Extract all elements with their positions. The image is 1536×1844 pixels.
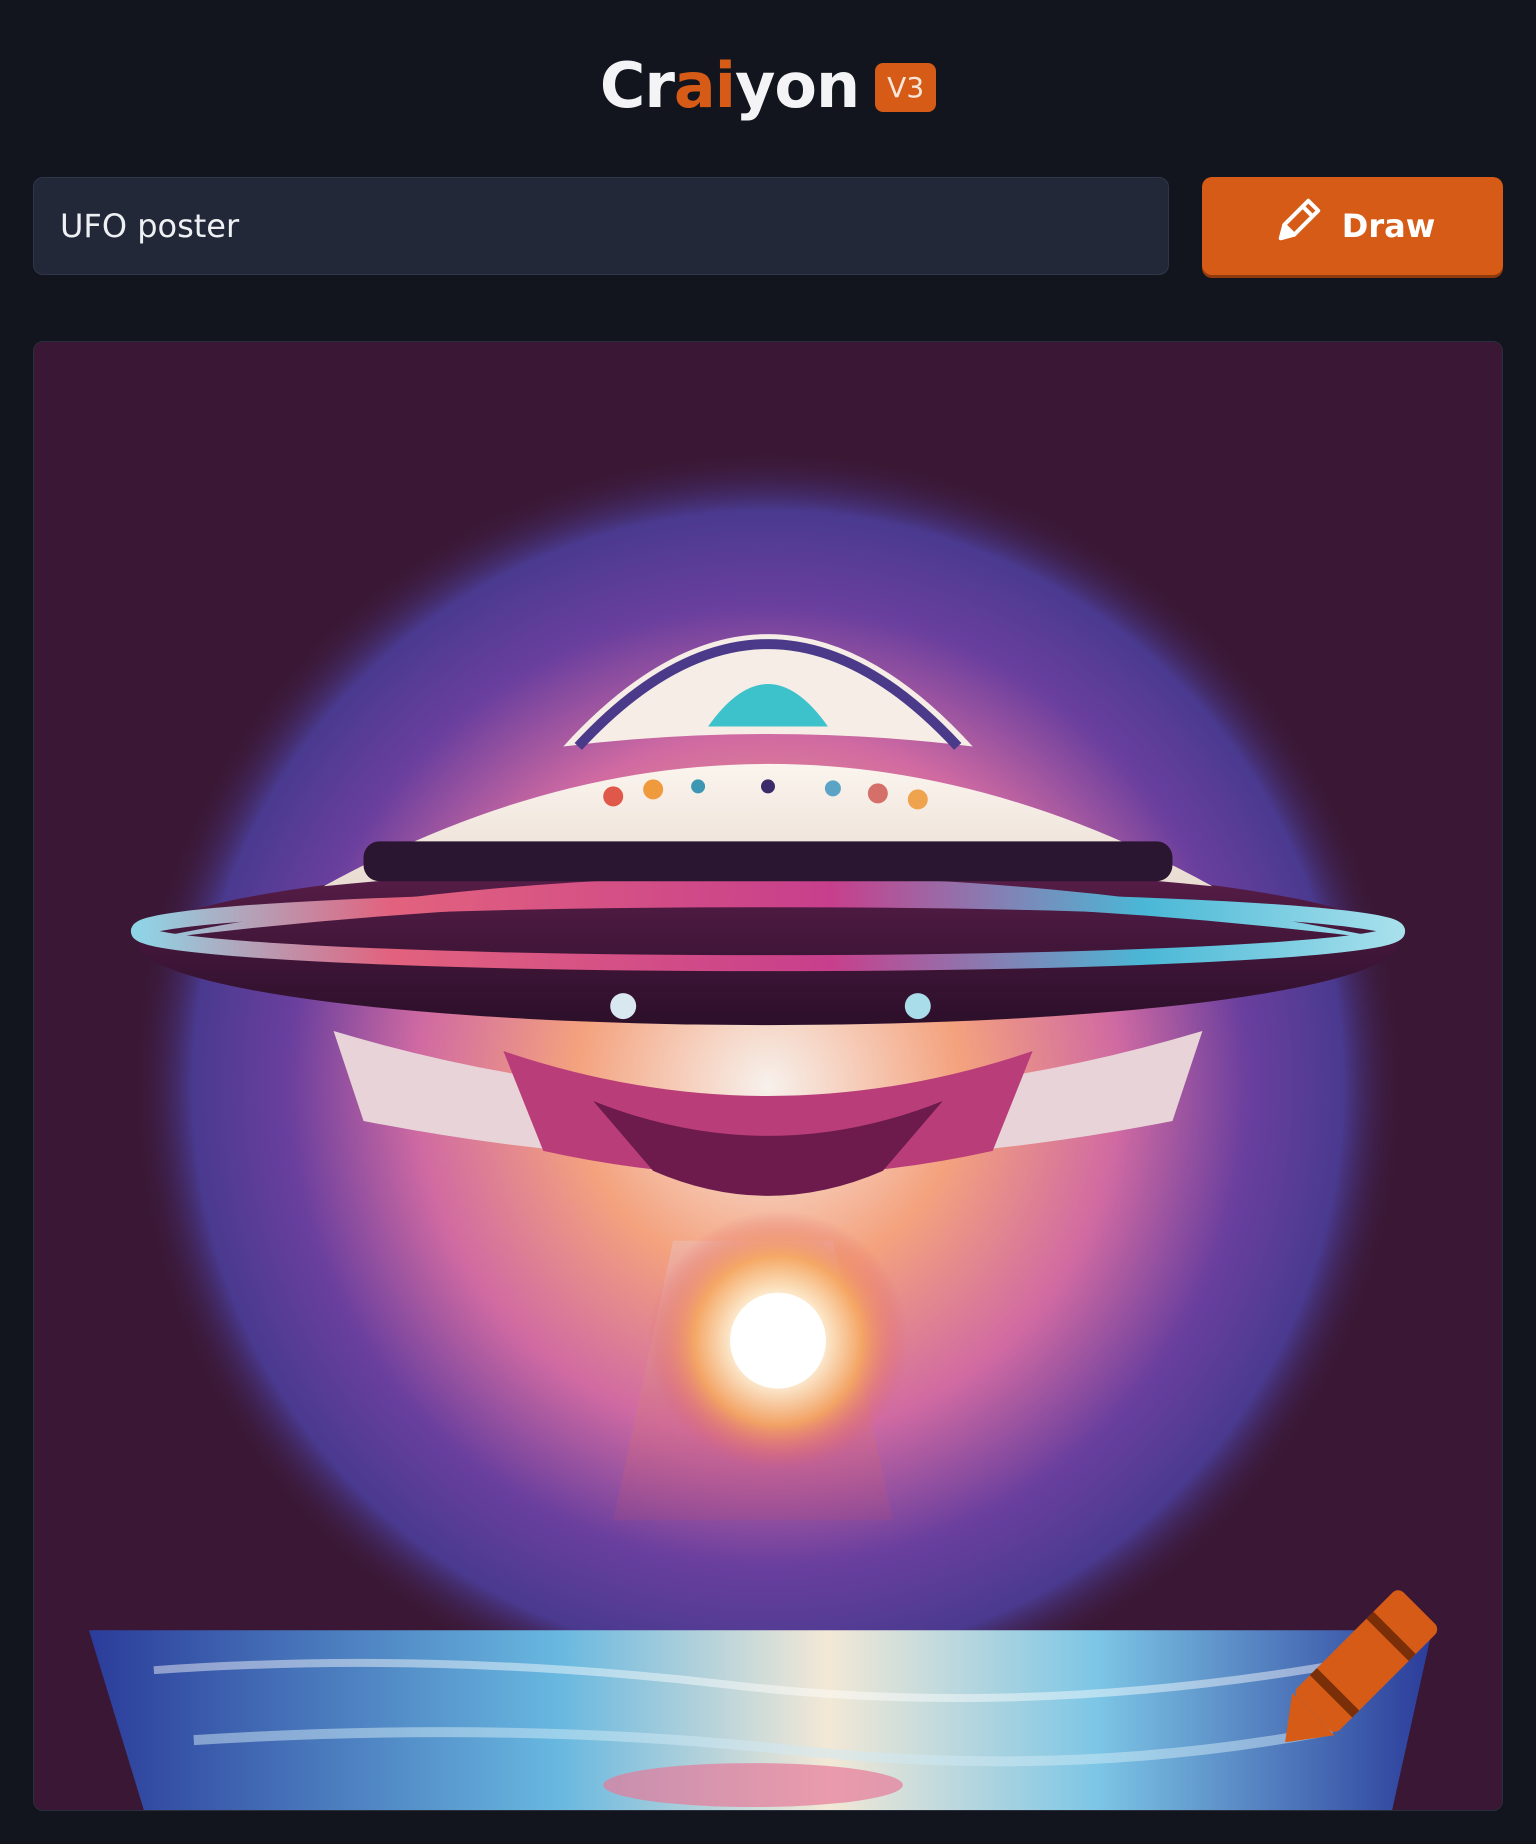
generated-image[interactable]	[33, 341, 1503, 1811]
prompt-input[interactable]	[33, 177, 1169, 275]
craiyon-logo[interactable]: Craiyon	[599, 48, 860, 122]
version-badge: V3	[875, 62, 937, 112]
app-header: Craiyon V3	[0, 40, 1536, 130]
logo-suffix: yon	[735, 48, 860, 122]
draw-button[interactable]: Draw	[1202, 177, 1503, 275]
ufo-poster-artwork	[34, 342, 1502, 1810]
pencil-icon	[1270, 195, 1324, 257]
logo-prefix: Cr	[599, 48, 675, 122]
logo-accent: ai	[673, 48, 736, 122]
draw-button-label: Draw	[1341, 207, 1436, 245]
